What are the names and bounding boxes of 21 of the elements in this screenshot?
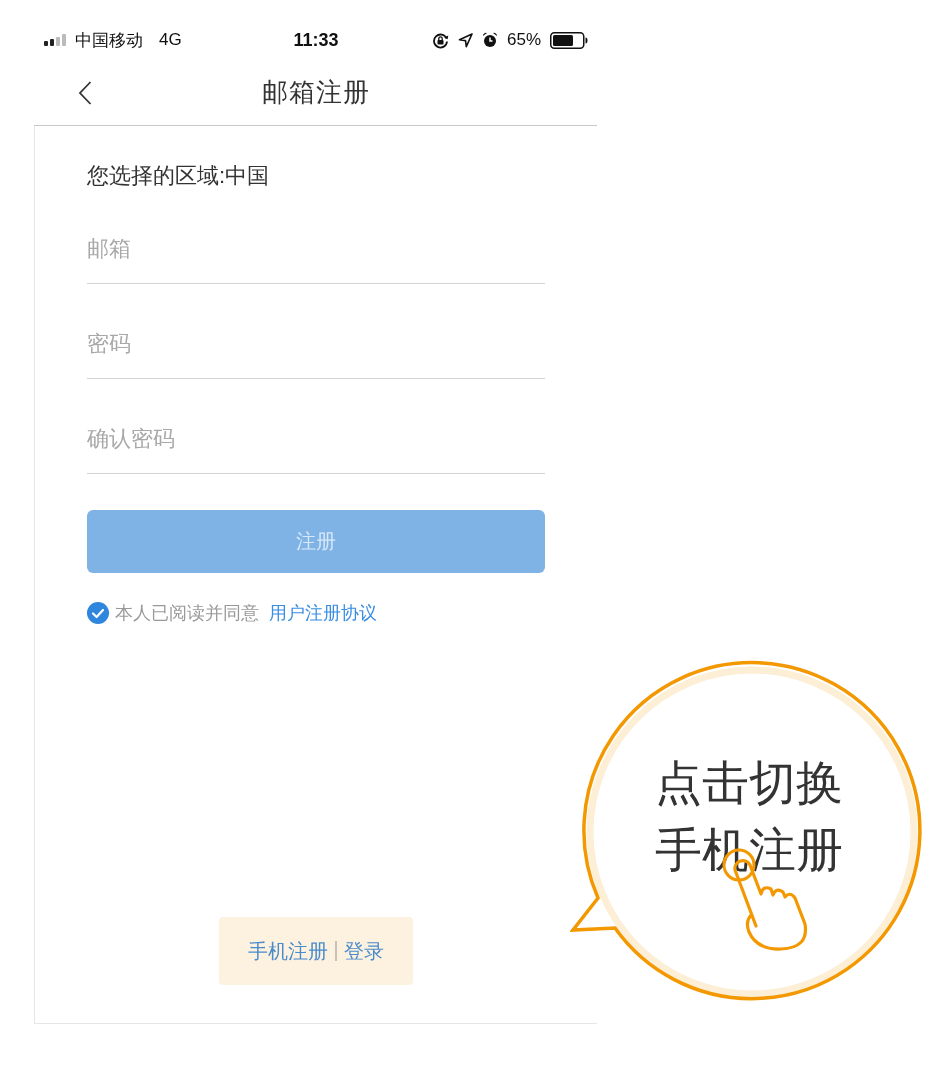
chevron-left-icon xyxy=(78,80,92,105)
phone-register-link[interactable]: 手机注册 xyxy=(248,937,329,965)
confirm-password-field[interactable]: 确认密码 xyxy=(87,406,545,474)
agreement-link[interactable]: 用户注册协议 xyxy=(269,601,377,625)
agreement-checkbox[interactable] xyxy=(87,602,109,624)
signal-icon xyxy=(44,34,68,46)
email-field[interactable]: 邮箱 xyxy=(87,216,545,284)
agreement-text: 本人已阅读并同意 xyxy=(115,602,259,625)
orientation-lock-icon xyxy=(431,31,449,49)
status-time: 11:33 xyxy=(293,29,339,51)
password-field[interactable]: 密码 xyxy=(87,311,545,379)
region-label: 您选择的区域:中国 xyxy=(87,164,271,188)
battery-percent: 65% xyxy=(506,30,541,50)
location-arrow-icon xyxy=(457,32,473,48)
login-link[interactable]: 登录 xyxy=(343,937,384,965)
carrier-name: 中国移动 xyxy=(75,29,143,52)
page-title: 邮箱注册 xyxy=(261,76,370,109)
network-type: 4G xyxy=(159,30,182,50)
back-button[interactable] xyxy=(78,80,92,105)
alarm-clock-icon xyxy=(481,32,498,48)
battery-icon xyxy=(550,31,588,49)
